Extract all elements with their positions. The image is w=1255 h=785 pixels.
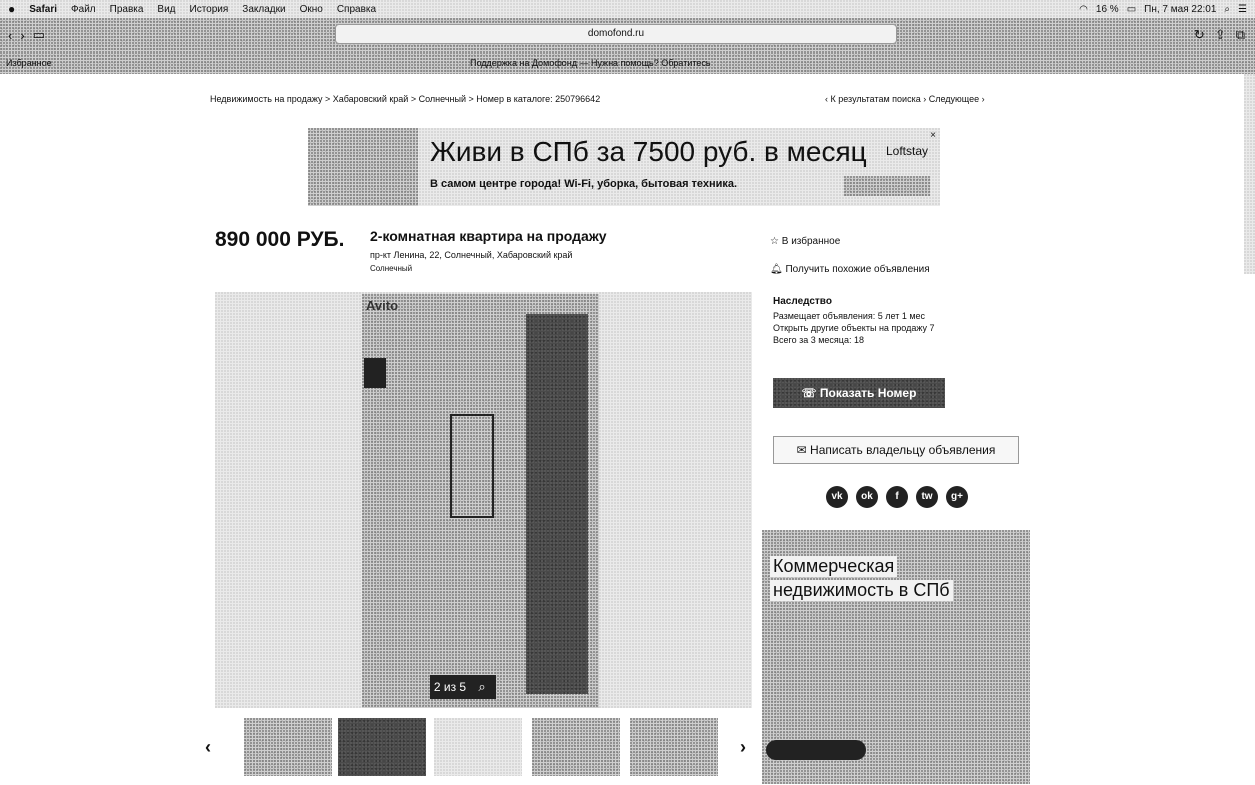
results-navigation[interactable]: ‹ К результатам поиска › Следующее › <box>825 94 985 104</box>
ok-icon[interactable]: ok <box>856 486 878 508</box>
thumbnail[interactable] <box>532 718 620 776</box>
photo-badge <box>364 358 386 388</box>
menu-file[interactable]: Файл <box>71 4 96 15</box>
photo-door <box>526 314 588 694</box>
thumbnail[interactable] <box>434 718 522 776</box>
banner-button[interactable] <box>844 176 930 196</box>
listing-address[interactable]: пр-кт Ленина, 22, Солнечный, Хабаровский… <box>370 250 650 260</box>
notification-center-icon[interactable]: ☰ <box>1238 4 1247 15</box>
seller-info: Размещает объявления: 5 лет 1 мес Открыт… <box>773 310 935 346</box>
write-owner-button[interactable]: ✉ Написать владельцу объявления <box>773 436 1019 464</box>
breadcrumb[interactable]: Недвижимость на продажу > Хабаровский кр… <box>210 94 600 104</box>
banner-headline: Живи в СПб за 7500 руб. в месяц <box>430 136 867 167</box>
star-icon: ☆ <box>770 236 782 247</box>
mac-menubar: ● Safari Файл Правка Вид История Закладк… <box>0 0 1255 18</box>
address-bar[interactable]: domofond.ru <box>335 24 897 44</box>
wifi-icon[interactable]: ◠ <box>1079 4 1088 15</box>
clock[interactable]: Пн, 7 мая 22:01 <box>1144 4 1216 15</box>
spotlight-icon[interactable]: ⌕ <box>1224 4 1230 15</box>
thumbnail[interactable] <box>630 718 718 776</box>
next-photo-button[interactable]: › <box>740 737 746 758</box>
share-icon[interactable]: ⇪ <box>1215 27 1226 43</box>
listing-price: 890 000 РУБ. <box>215 228 345 251</box>
active-tab-title[interactable]: Поддержка на Домофонд — Нужна помощь? Об… <box>470 58 711 68</box>
notify-label: Получить похожие объявления <box>785 264 930 275</box>
google-plus-icon[interactable]: g+ <box>946 486 968 508</box>
ad-site-button[interactable] <box>766 740 866 760</box>
show-phone-button[interactable]: ☏ Показать Номер <box>773 378 945 408</box>
zoom-icon[interactable]: ⌕ <box>468 675 496 699</box>
reload-icon[interactable]: ↻ <box>1194 27 1205 43</box>
photo-window-frame <box>450 414 494 518</box>
seller-other-listings-link[interactable]: Открыть другие объекты на продажу 7 <box>773 322 935 334</box>
banner-illustration <box>308 128 418 206</box>
menu-history[interactable]: История <box>190 4 229 15</box>
thumbnail[interactable] <box>338 718 426 776</box>
scrollbar[interactable] <box>1244 74 1255 274</box>
listing-title: 2-комнатная квартира на продажу <box>370 228 607 244</box>
battery-icon[interactable]: ▭ <box>1127 4 1136 15</box>
ad-headline-1: Коммерческая <box>770 556 898 577</box>
social-share: vk ok f tw g+ <box>826 486 968 508</box>
favorites-label: В избранное <box>781 236 841 247</box>
menu-edit[interactable]: Правка <box>110 4 144 15</box>
add-to-favorites[interactable]: ☆ В избранное <box>770 236 840 247</box>
notify-similar[interactable]: 🔔︎ Получить похожие объявления <box>770 264 930 275</box>
battery-percent: 16 % <box>1095 3 1119 15</box>
seller-info-line: Размещает объявления: 5 лет 1 мес <box>773 311 926 321</box>
twitter-icon[interactable]: tw <box>916 486 938 508</box>
ad-banner[interactable]: Живи в СПб за 7500 руб. в месяц В самом … <box>308 128 940 206</box>
menu-help[interactable]: Справка <box>337 4 376 15</box>
side-ad[interactable]: Коммерческая недвижимость в СПб <box>762 530 1030 784</box>
forward-button[interactable]: › <box>20 28 24 43</box>
menu-bookmarks[interactable]: Закладки <box>242 4 285 15</box>
tabs-overview-icon[interactable]: ⧉ <box>1236 27 1245 43</box>
menu-view[interactable]: Вид <box>157 4 175 15</box>
main-photo[interactable]: Avito <box>362 294 599 708</box>
seller-info-line: Всего за 3 месяца: 18 <box>773 335 864 345</box>
apple-menu-icon[interactable]: ● <box>8 2 15 16</box>
bell-icon: 🔔︎ <box>770 264 786 275</box>
favorites-label[interactable]: Избранное <box>6 58 52 68</box>
thumbnail[interactable] <box>244 718 332 776</box>
bookmarks-bar: Избранное Поддержка на Домофонд — Нужна … <box>0 52 1255 74</box>
menu-safari[interactable]: Safari <box>29 4 57 15</box>
facebook-icon[interactable]: f <box>886 486 908 508</box>
vk-icon[interactable]: vk <box>826 486 848 508</box>
menu-window[interactable]: Окно <box>300 4 323 15</box>
banner-logo: Loftstay <box>885 144 928 158</box>
listing-district[interactable]: Солнечный <box>370 264 412 273</box>
seller-name: Наследство <box>773 296 832 307</box>
back-button[interactable]: ‹ <box>8 28 12 43</box>
photo-counter: 2 из 5 <box>430 675 470 699</box>
close-icon[interactable]: × <box>930 130 936 141</box>
ad-headline-2: недвижимость в СПб <box>770 580 953 601</box>
sidebar-toggle-icon[interactable]: ▭ <box>33 27 45 43</box>
breadcrumb-row: Недвижимость на продажу > Хабаровский кр… <box>0 74 1255 124</box>
photo-watermark: Avito <box>366 298 399 313</box>
prev-photo-button[interactable]: ‹ <box>205 737 211 758</box>
banner-subtitle: В самом центре города! Wi-Fi, уборка, бы… <box>430 178 738 190</box>
